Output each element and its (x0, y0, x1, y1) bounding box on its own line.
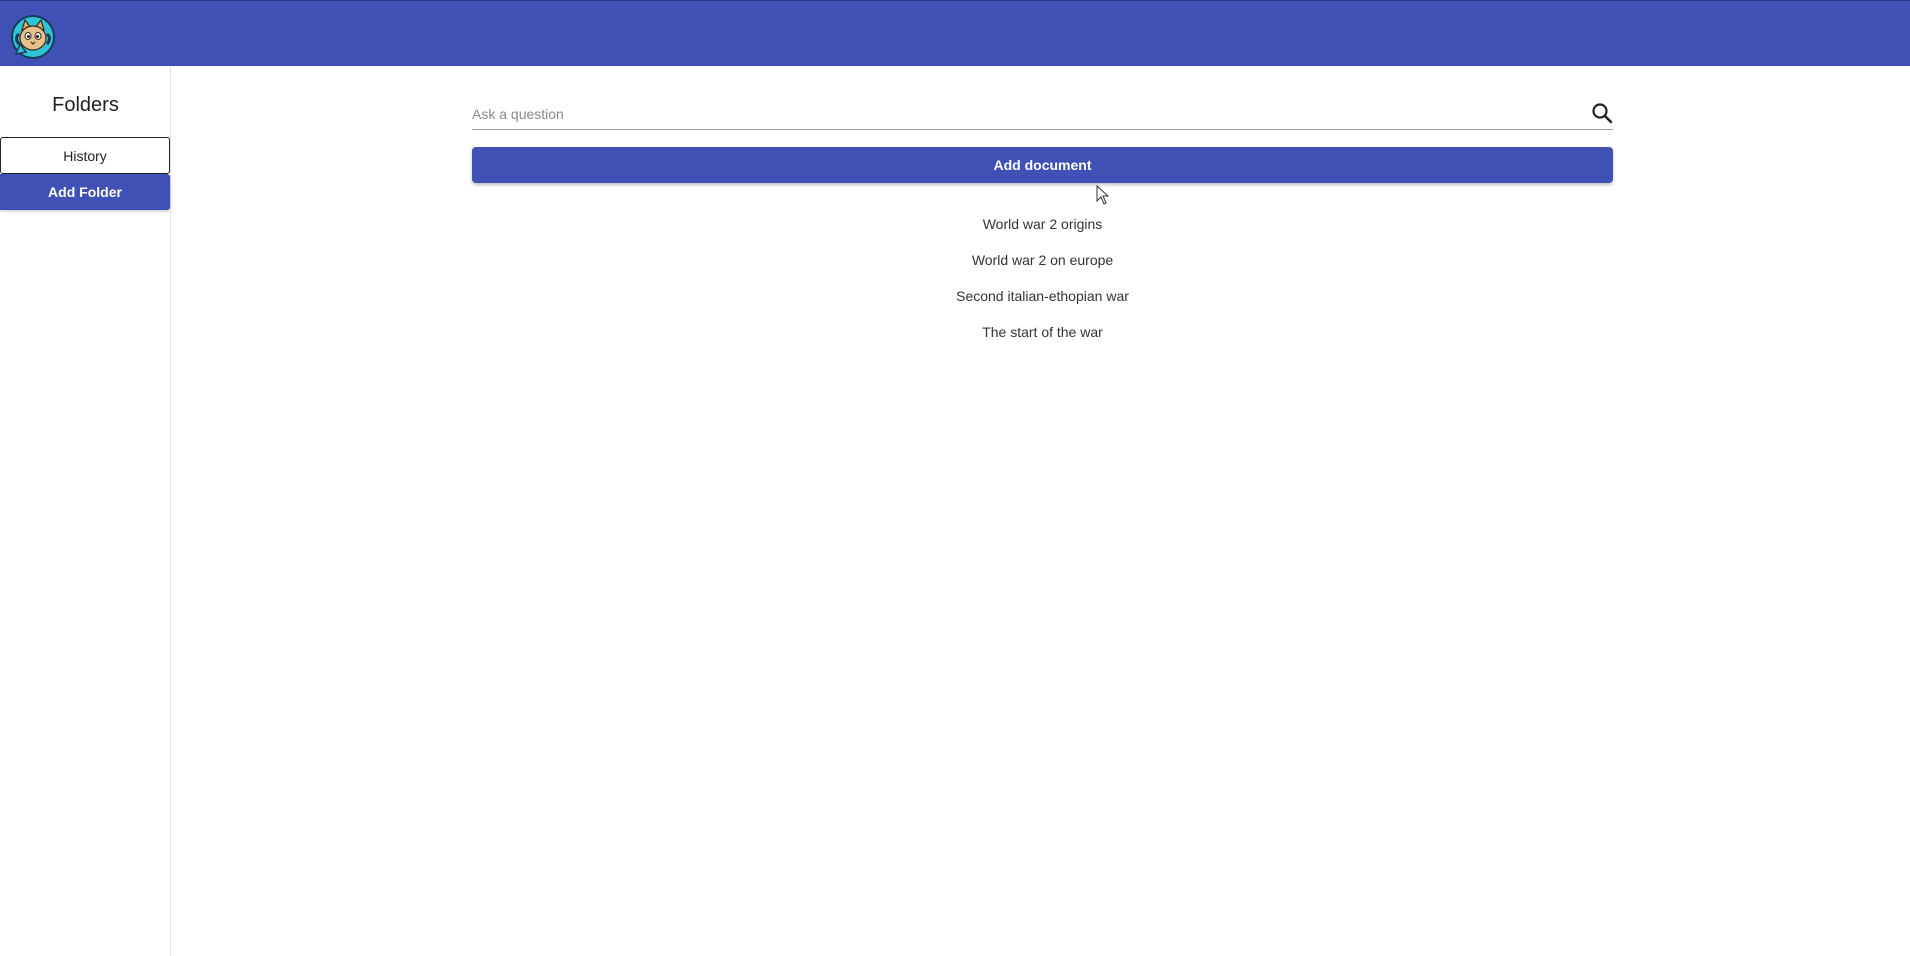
folders-sidebar: Folders History Add Folder (0, 66, 171, 956)
mouse-pointer-icon (1096, 184, 1110, 205)
search-icon[interactable] (1591, 102, 1613, 124)
add-folder-button[interactable]: Add Folder (0, 174, 170, 210)
document-list: World war 2 origins World war 2 on europ… (472, 206, 1613, 350)
document-item[interactable]: Second italian-ethopian war (472, 278, 1613, 314)
add-document-button[interactable]: Add document (472, 147, 1613, 183)
document-item[interactable]: World war 2 on europe (472, 242, 1613, 278)
document-item[interactable]: The start of the war (472, 314, 1613, 350)
app-header (0, 0, 1910, 66)
app-logo-icon[interactable] (10, 14, 56, 60)
question-search-bar (472, 98, 1613, 130)
document-item[interactable]: World war 2 origins (472, 206, 1613, 242)
question-input[interactable] (472, 104, 1572, 124)
sidebar-title: Folders (52, 94, 119, 116)
folder-item-history[interactable]: History (0, 137, 170, 174)
